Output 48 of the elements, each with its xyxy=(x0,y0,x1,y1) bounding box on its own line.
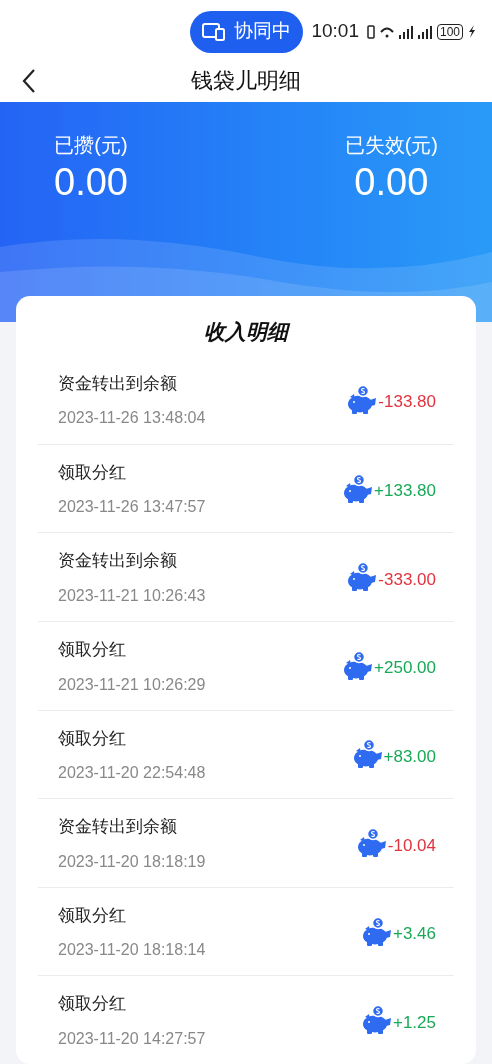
summary-value: 0.00 xyxy=(354,159,429,204)
record-amount: -10.04 xyxy=(387,834,436,857)
record-amount: +133.80 xyxy=(374,480,436,503)
record-title: 领取分红 xyxy=(58,993,127,1016)
page-title: 钱袋儿明细 xyxy=(191,67,301,96)
piggy-bank-icon xyxy=(346,384,379,415)
summary-value: 0.00 xyxy=(54,159,128,204)
piggy-bank-icon xyxy=(355,828,388,858)
record-title: 领取分红 xyxy=(58,904,127,927)
record-time: 2023-11-21 10:26:29 xyxy=(58,674,207,695)
record-time: 2023-11-26 13:47:57 xyxy=(58,497,207,518)
record-title: 领取分红 xyxy=(58,461,127,484)
record-title: 资金转出到余额 xyxy=(58,550,178,573)
record-time: 2023-11-20 22:54:48 xyxy=(58,763,207,784)
record-amount: +250.00 xyxy=(374,657,436,680)
record-time: 2023-11-26 13:48:04 xyxy=(58,408,207,429)
piggy-bank-icon xyxy=(342,473,375,504)
record-time: 2023-11-20 18:18:14 xyxy=(58,940,207,961)
record-time: 2023-11-21 10:26:43 xyxy=(58,586,207,606)
card-title: 收入明细 xyxy=(38,295,454,356)
status-time: 10:01 xyxy=(311,19,359,44)
piggy-bank-icon xyxy=(361,916,393,947)
record-amount: +3.46 xyxy=(393,923,436,946)
summary-label: 已攒(元) xyxy=(54,132,128,158)
record-amount: +83.00 xyxy=(383,745,436,768)
record-time: 2023-11-20 18:18:19 xyxy=(58,851,207,872)
piggy-bank-icon xyxy=(361,1005,393,1036)
piggy-bank-icon xyxy=(346,562,379,593)
signal-icon xyxy=(398,24,413,39)
piggy-bank-icon xyxy=(342,650,375,681)
battery-level: 100 xyxy=(436,23,463,40)
piggy-bank-icon xyxy=(351,739,384,770)
charging-icon xyxy=(468,25,476,39)
collaboration-pill[interactable]: 协同中 xyxy=(190,10,304,53)
devices-icon xyxy=(202,22,227,41)
signal-icon xyxy=(417,24,432,39)
record-time: 2023-11-20 14:27:57 xyxy=(58,1028,207,1049)
wifi-icon xyxy=(379,25,394,38)
summary-label: 已失效(元) xyxy=(344,132,438,158)
record-amount: -333.00 xyxy=(378,568,436,591)
record-title: 资金转出到余额 xyxy=(58,372,178,395)
record-amount: -133.80 xyxy=(378,391,436,414)
back-icon xyxy=(22,67,36,94)
collaboration-label: 协同中 xyxy=(234,19,292,44)
record-title: 资金转出到余额 xyxy=(58,816,178,839)
record-amount: +1.25 xyxy=(393,1011,436,1034)
record-title: 领取分红 xyxy=(58,727,127,750)
record-title: 领取分红 xyxy=(58,639,127,662)
